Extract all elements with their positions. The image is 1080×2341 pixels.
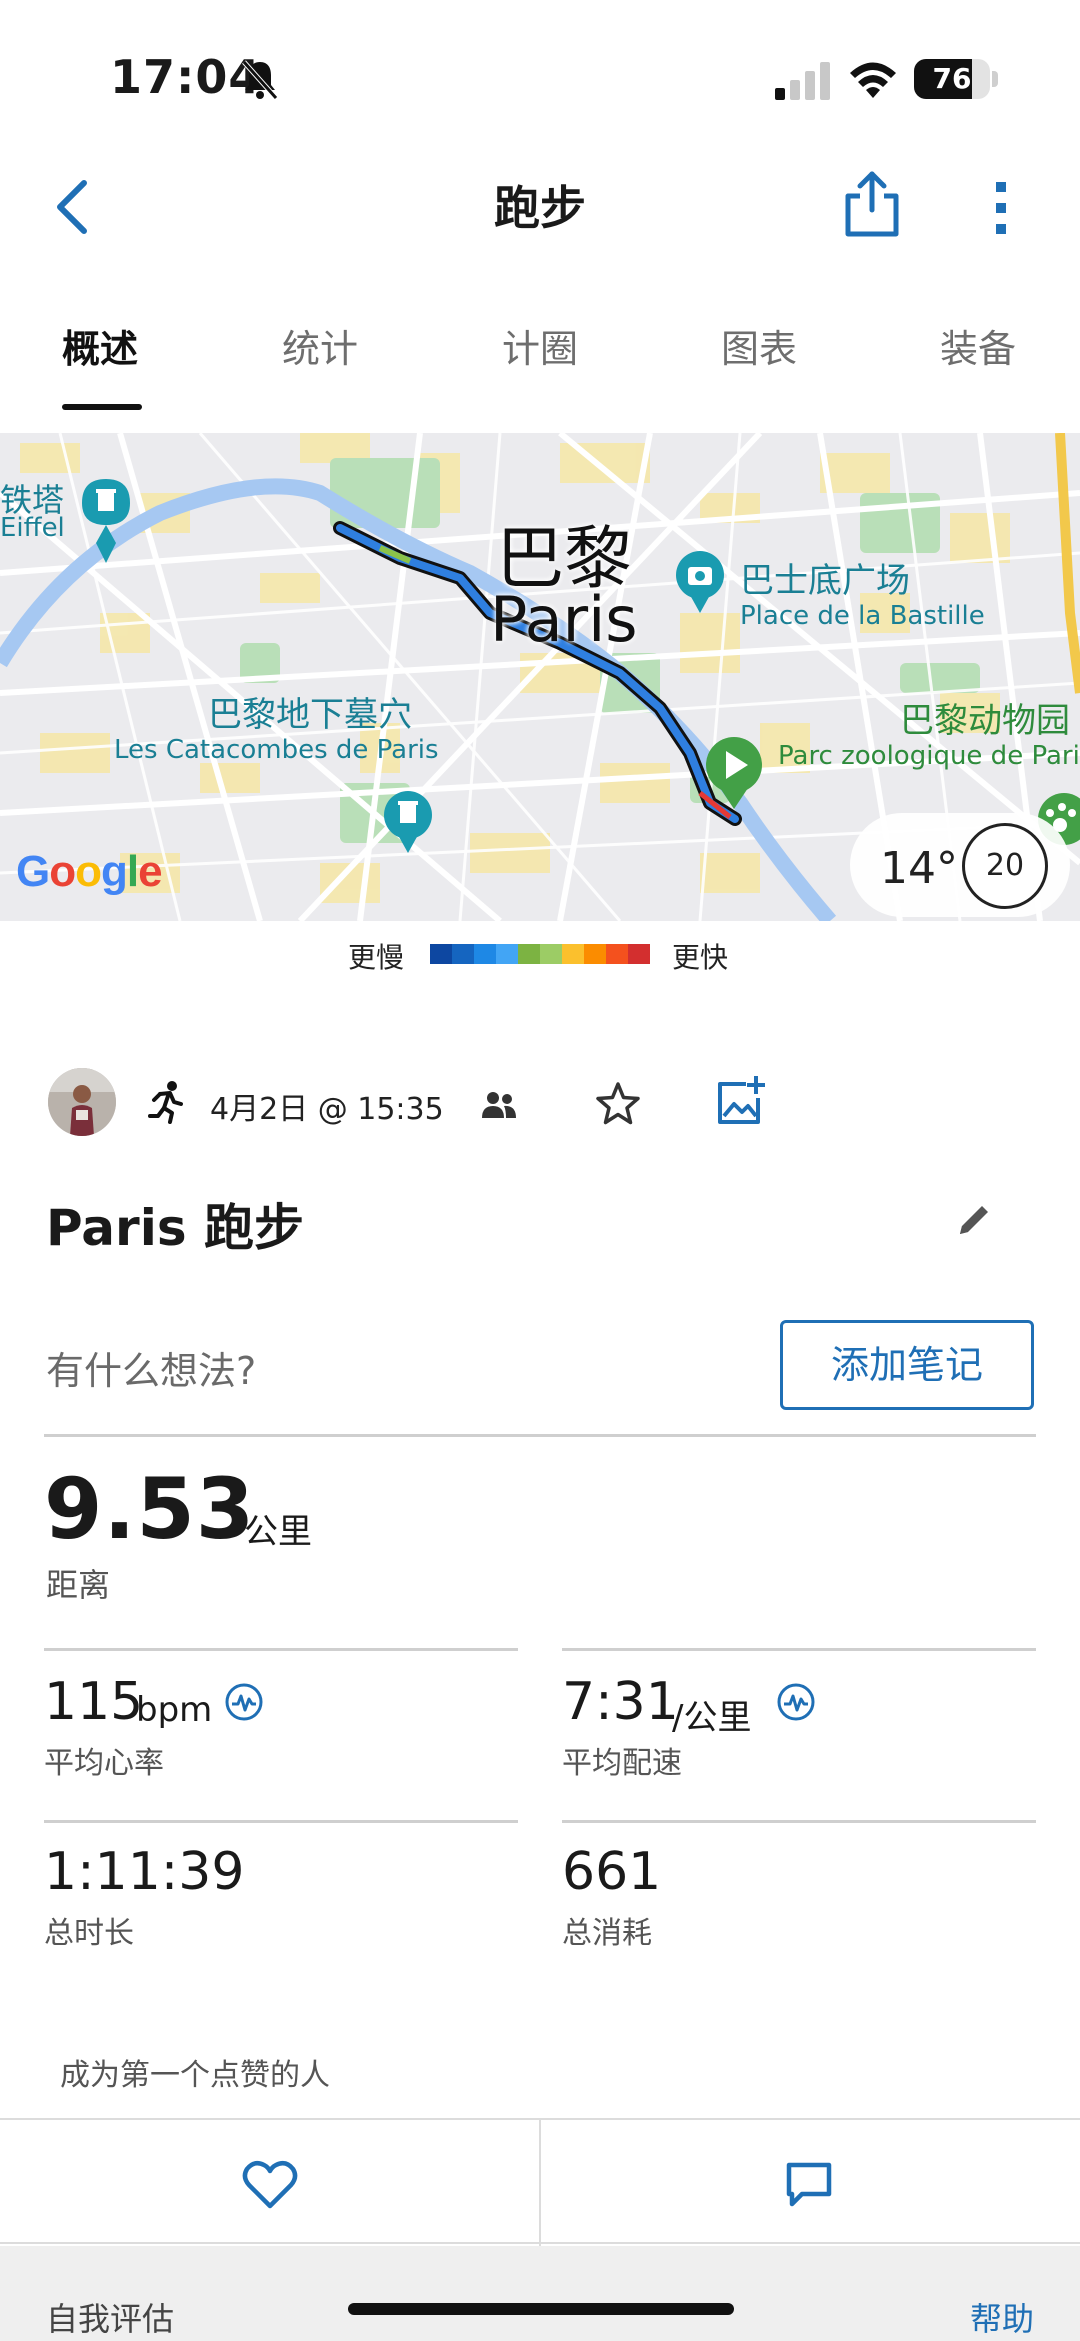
tab-stats[interactable]: 统计: [282, 318, 358, 373]
distance-unit: 公里: [244, 1512, 312, 1552]
legend-color-swatch: [540, 944, 562, 964]
wind-speed: 20: [985, 848, 1025, 883]
notes-prompt[interactable]: 有什么想法?: [46, 1340, 256, 1395]
activity-date: 4月2日 @ 15:35: [210, 1092, 444, 1127]
legend-fast-label: 更快: [672, 941, 729, 974]
tab-overview[interactable]: 概述: [62, 318, 138, 373]
status-bar: 17:04 76: [0, 0, 1080, 150]
route-map[interactable]: 铁塔 Eiffel 巴黎 Paris 巴士底广场 Place de la Bas…: [0, 433, 1080, 921]
legend-color-swatch: [430, 944, 452, 964]
pace-sensor-icon[interactable]: [776, 1682, 816, 1722]
comment-icon[interactable]: [784, 2160, 834, 2208]
social-action-bar: [0, 2118, 1080, 2246]
tab-bar: 概述 统计 计圈 图表 装备: [0, 300, 1080, 420]
share-icon[interactable]: [842, 170, 902, 238]
divider: [44, 1820, 518, 1823]
pace-label: 平均配速: [562, 1746, 682, 1781]
google-logo: Google: [16, 847, 163, 896]
map-label-bastille-en: Place de la Bastille: [740, 601, 985, 631]
divider: [44, 1648, 518, 1651]
map-label-catacombs-cn: 巴黎地下墓穴: [208, 695, 412, 735]
weather-temperature: 14°: [880, 843, 958, 894]
duration-value: 1:11:39: [44, 1842, 245, 1902]
home-indicator[interactable]: [348, 2303, 734, 2315]
tab-charts[interactable]: 图表: [721, 318, 797, 373]
action-separator: [539, 2120, 541, 2246]
divider: [562, 1648, 1036, 1651]
legend-color-swatch: [606, 944, 628, 964]
legend-color-bar: [430, 944, 650, 964]
tab-laps[interactable]: 计圈: [502, 318, 578, 373]
calories-value: 661: [562, 1842, 662, 1902]
heart-rate-label: 平均心率: [44, 1746, 164, 1781]
battery-indicator: 76: [914, 59, 990, 99]
heart-rate-sensor-icon[interactable]: [224, 1682, 264, 1722]
pace-unit: /公里: [672, 1698, 752, 1738]
battery-tip: [992, 71, 998, 87]
tab-gear[interactable]: 装备: [940, 318, 1016, 373]
weather-badge: 14° 20: [850, 813, 1070, 917]
divider: [562, 1820, 1036, 1823]
wind-speed-dial: 20: [962, 823, 1048, 909]
pace-value: 7:31: [562, 1672, 679, 1732]
calories-label: 总消耗: [562, 1916, 652, 1951]
active-tab-indicator: [62, 404, 142, 410]
footer-bar: 自我评估 帮助: [0, 2246, 1080, 2341]
divider: [44, 1434, 1036, 1437]
running-icon: [148, 1081, 183, 1124]
legend-color-swatch: [562, 944, 584, 964]
heart-rate-value: 115: [44, 1672, 144, 1732]
help-link[interactable]: 帮助: [970, 2294, 1034, 2340]
bell-off-icon: [242, 60, 278, 100]
signal-icon: [775, 62, 830, 100]
legend-color-swatch: [452, 944, 474, 964]
pace-legend: 更慢 更快: [0, 930, 1080, 980]
activity-title: Paris 跑步: [46, 1199, 305, 1257]
privacy-people-icon[interactable]: [480, 1090, 518, 1120]
self-evaluation-label[interactable]: 自我评估: [46, 2294, 174, 2340]
duration-label: 总时长: [44, 1916, 134, 1951]
add-photo-icon[interactable]: [716, 1074, 766, 1126]
map-label-city-en: Paris: [490, 583, 638, 656]
map-label-bastille-cn: 巴士底广场: [740, 561, 910, 601]
legend-color-swatch: [628, 944, 650, 964]
map-label-zoo-cn: 巴黎动物园: [900, 701, 1070, 741]
page-title: 跑步: [494, 181, 586, 235]
add-note-button[interactable]: 添加笔记: [780, 1320, 1034, 1410]
legend-color-swatch: [518, 944, 540, 964]
wifi-icon: [850, 62, 896, 98]
legend-color-swatch: [584, 944, 606, 964]
map-label-zoo-en: Parc zoologique de Paris: [778, 741, 1080, 771]
map-label-eiffel-en: Eiffel: [0, 513, 65, 543]
edit-pencil-icon[interactable]: [954, 1200, 994, 1240]
legend-color-swatch: [496, 944, 518, 964]
legend-slow-label: 更慢: [348, 941, 405, 974]
like-heart-icon[interactable]: [242, 2160, 298, 2210]
like-prompt: 成为第一个点赞的人: [60, 2058, 330, 2093]
status-time: 17:04: [110, 50, 262, 104]
more-options-icon[interactable]: [986, 180, 1016, 236]
favorite-star-icon[interactable]: [594, 1080, 642, 1128]
legend-color-swatch: [474, 944, 496, 964]
map-label-catacombs-en: Les Catacombes de Paris: [114, 735, 439, 765]
distance-value: 9.53: [44, 1460, 256, 1558]
distance-label: 距离: [46, 1566, 111, 1604]
battery-text: 76: [932, 62, 972, 95]
avatar[interactable]: [48, 1068, 116, 1136]
heart-rate-unit: bpm: [136, 1690, 213, 1730]
